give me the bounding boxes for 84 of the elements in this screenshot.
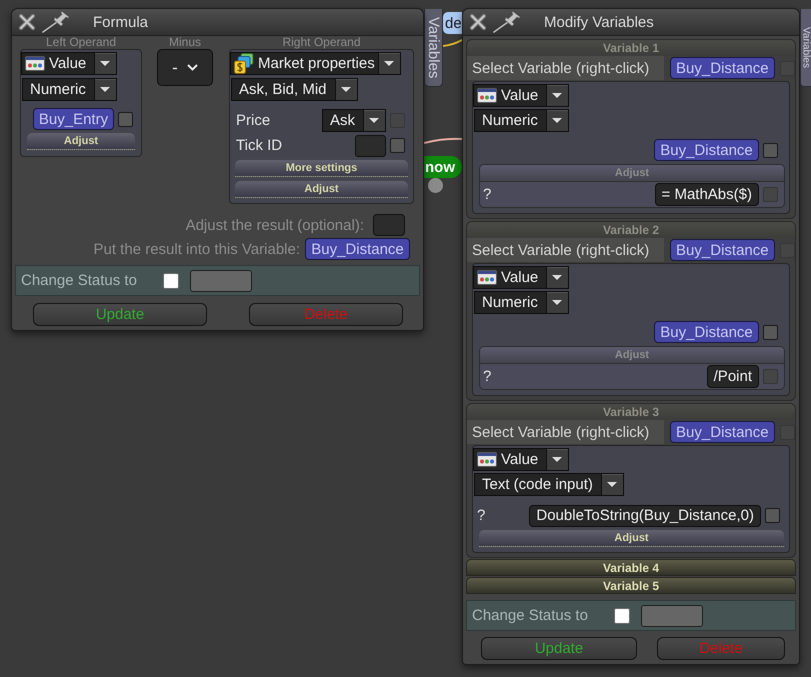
side-tab[interactable]: Variables	[424, 9, 443, 87]
section-header[interactable]: Variable 4	[466, 559, 796, 576]
update-button[interactable]: Update	[33, 303, 207, 326]
source-dropdown[interactable]: Value	[473, 448, 570, 471]
status-label: Change Status to	[471, 608, 589, 623]
caret-icon	[546, 449, 568, 470]
source-dropdown[interactable]: Market properties	[230, 52, 401, 75]
variable-field[interactable]: Buy_Distance	[654, 321, 759, 343]
column-label: Left Operand	[44, 36, 118, 49]
status-field[interactable]	[190, 270, 252, 292]
adjust-button[interactable]: Adjust	[235, 181, 408, 198]
caret-icon	[546, 267, 568, 288]
caret-icon	[600, 474, 623, 495]
caret-icon	[334, 79, 357, 100]
variable-field[interactable]: Buy_Distance	[670, 239, 775, 261]
type-dropdown[interactable]: Text (code input)	[474, 473, 624, 496]
pin-icon[interactable]	[493, 11, 523, 33]
caret-icon	[546, 85, 568, 106]
type-dropdown[interactable]: Numeric	[474, 109, 569, 132]
caret-icon	[546, 292, 568, 313]
caret-icon	[546, 110, 568, 131]
close-icon[interactable]	[18, 13, 36, 31]
select-label: Select Variable (right-click)	[467, 56, 664, 80]
source-dropdown[interactable]: Value	[21, 52, 118, 75]
hint-label: ?	[483, 187, 492, 202]
caret-icon	[94, 53, 116, 74]
checkbox[interactable]	[614, 608, 630, 624]
checkbox[interactable]	[163, 272, 179, 288]
connector-line	[424, 137, 462, 144]
type-dropdown[interactable]: Numeric	[22, 78, 117, 101]
hint-label: ?	[483, 369, 492, 384]
caret-icon	[94, 79, 116, 100]
section-header[interactable]: Variable 2	[467, 222, 795, 238]
caret-icon	[378, 53, 400, 74]
operator-select[interactable]: -	[157, 49, 213, 86]
variable-field[interactable]: Buy_Distance	[654, 139, 759, 161]
caret-icon	[363, 110, 385, 131]
hint-label: ?	[477, 508, 486, 523]
variable-field[interactable]: Buy_Entry	[33, 108, 114, 130]
checkbox[interactable]	[765, 508, 780, 523]
close-icon[interactable]	[469, 13, 487, 31]
chevron-down-icon	[186, 64, 198, 71]
status-badge[interactable]: now	[424, 156, 462, 178]
field-label: Put the result into this Variable:	[94, 242, 300, 256]
field-label: Price	[236, 113, 272, 128]
settings-button[interactable]: More settings	[235, 160, 408, 177]
code-field[interactable]: DoubleToString(Buy_Distance,0)	[529, 504, 761, 526]
column-label: Right Operand	[281, 36, 362, 49]
money-tiles-icon	[234, 53, 254, 74]
input-field[interactable]	[373, 214, 405, 236]
status-field[interactable]	[641, 604, 703, 626]
field-label: Adjust the result (optional):	[186, 218, 364, 232]
category-dropdown[interactable]: Ask, Bid, Mid	[231, 78, 358, 101]
window-dots-icon	[25, 56, 45, 71]
node-label[interactable]: de	[443, 12, 462, 34]
variable-field[interactable]: Buy_Distance	[670, 421, 775, 443]
field-label: Tick ID	[236, 138, 284, 153]
type-dropdown[interactable]: Numeric	[474, 291, 569, 314]
connector-line	[443, 39, 462, 47]
section-header[interactable]: Variable 5	[466, 577, 796, 594]
source-dropdown[interactable]: Value	[473, 84, 570, 107]
adjust-button[interactable]: Adjust	[479, 530, 784, 547]
column-label: Minus	[168, 36, 202, 49]
window-dots-icon	[477, 270, 497, 285]
select-label: Select Variable (right-click)	[467, 420, 664, 444]
checkbox[interactable]	[390, 138, 405, 153]
status-label: Change Status to	[20, 273, 138, 288]
variable-field[interactable]: Buy_Distance	[670, 57, 775, 79]
update-button[interactable]: Update	[481, 637, 637, 660]
checkbox[interactable]	[763, 142, 778, 158]
window-title: Modify Variables	[544, 14, 654, 30]
section-header[interactable]: Variable 1	[467, 40, 795, 56]
adjust-button[interactable]: Adjust	[27, 133, 135, 150]
window-dots-icon	[477, 452, 497, 467]
section-header[interactable]: Variable 3	[467, 404, 795, 420]
variable-field[interactable]: Buy_Distance	[305, 238, 410, 260]
pin-icon[interactable]	[42, 11, 72, 33]
source-dropdown[interactable]: Value	[473, 266, 570, 289]
checkbox[interactable]	[118, 112, 133, 126]
select-label: Select Variable (right-click)	[467, 238, 664, 262]
window-dots-icon	[477, 88, 497, 103]
window-title: Formula	[93, 14, 148, 30]
input-field[interactable]	[355, 134, 386, 156]
checkbox[interactable]	[763, 324, 778, 340]
